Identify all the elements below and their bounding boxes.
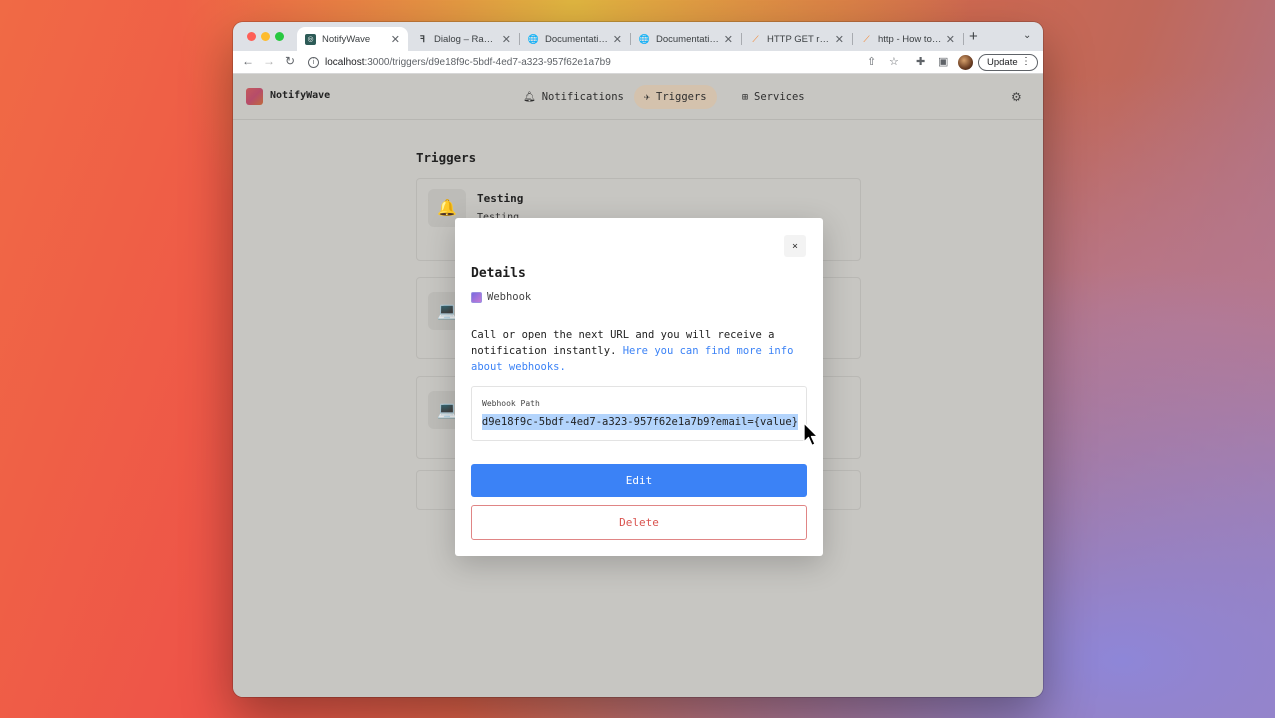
browser-tab-documentation-2[interactable]: 🌐 Documentation ✕ [631, 27, 741, 51]
mouse-cursor-icon [803, 422, 819, 447]
update-label: Update [987, 57, 1018, 68]
forward-icon[interactable]: → [263, 54, 275, 68]
tab-title: http - How to send [878, 33, 942, 45]
globe-icon: 🌐 [638, 33, 651, 44]
settings-gear-icon[interactable]: ⚙ [1011, 90, 1022, 104]
browser-tab-http-get[interactable]: ⟋ HTTP GET request ✕ [742, 27, 852, 51]
delete-label: Delete [619, 516, 659, 529]
edit-button[interactable]: Edit [471, 464, 807, 497]
nav-notifications[interactable]: 🔔︎ Notifications [513, 85, 634, 109]
page-title: Triggers [416, 150, 477, 165]
rocket-icon: ✈︎ [644, 91, 651, 103]
notifywave-icon: ◎ [305, 33, 316, 45]
url-host: localhost [325, 57, 365, 68]
side-panel-icon[interactable]: ▣ [938, 55, 948, 68]
browser-tab-documentation-1[interactable]: 🌐 Documentation ✕ [520, 27, 630, 51]
nav-label: Notifications [541, 91, 624, 103]
tab-strip: ◎ NotifyWave ✕ ꟻ Dialog – Radix UI ✕ 🌐 D… [233, 22, 1043, 51]
trigger-type: Webhook [471, 291, 531, 303]
extensions-icon[interactable]: ✚ [916, 55, 925, 68]
tab-title: Documentation [545, 33, 609, 45]
bell-icon: 🔔︎ [523, 91, 536, 103]
grid-icon: ⊞ [742, 91, 749, 103]
tab-title: Documentation [656, 33, 720, 45]
minimize-window-button[interactable] [261, 32, 270, 41]
maximize-window-button[interactable] [275, 32, 284, 41]
profile-avatar[interactable] [958, 55, 973, 70]
browser-toolbar: ← → ↻ i localhost:3000/triggers/d9e18f9c… [233, 51, 1043, 74]
edit-label: Edit [625, 474, 653, 487]
trigger-type-label: Webhook [487, 291, 532, 303]
info-icon[interactable]: i [308, 57, 319, 68]
address-bar[interactable]: i localhost:3000/triggers/d9e18f9c-5bdf-… [308, 54, 898, 71]
back-icon[interactable]: ← [242, 54, 254, 68]
share-icon[interactable]: ⇧ [867, 55, 876, 68]
stackoverflow-icon: ⟋ [752, 33, 759, 44]
browser-tab-http-how-to[interactable]: ⟋ http - How to send ✕ [853, 27, 963, 51]
webhook-icon [471, 291, 482, 303]
webhook-path-label: Webhook Path [482, 399, 540, 408]
close-tab-icon[interactable]: ✕ [724, 33, 733, 46]
browser-window: ◎ NotifyWave ✕ ꟻ Dialog – Radix UI ✕ 🌐 D… [233, 22, 1043, 697]
browser-tab-radix[interactable]: ꟻ Dialog – Radix UI ✕ [409, 27, 519, 51]
brand-name: NotifyWave [270, 90, 331, 101]
close-tab-icon[interactable]: ✕ [502, 33, 511, 46]
tab-title: NotifyWave [322, 33, 371, 45]
webhook-path-field[interactable]: Webhook Path http://localhost:3000/api/w… [471, 386, 807, 441]
star-icon[interactable]: ☆ [889, 55, 899, 68]
new-tab-icon[interactable]: + [969, 28, 978, 45]
logo [246, 88, 263, 105]
webhook-path-viewport: http://localhost:3000/api/webhooks/d9e18… [482, 414, 798, 430]
nav-label: Services [754, 91, 805, 103]
url-path: :3000/triggers/d9e18f9c-5bdf-4ed7-a323-9… [364, 57, 611, 68]
tab-title: HTTP GET request [767, 33, 831, 45]
dialog-description: Call or open the next URL and you will r… [471, 327, 811, 375]
tab-title: Dialog – Radix UI [434, 33, 498, 45]
close-tab-icon[interactable]: ✕ [391, 33, 400, 46]
close-tab-icon[interactable]: ✕ [835, 33, 844, 46]
chevron-down-icon[interactable]: ⌄ [1023, 30, 1031, 41]
trigger-name: Testing [477, 192, 524, 205]
stackoverflow-icon: ⟋ [863, 33, 870, 44]
app-header: NotifyWave 🔔︎ Notifications ✈︎ Triggers … [233, 75, 1043, 120]
app-content: NotifyWave 🔔︎ Notifications ✈︎ Triggers … [233, 75, 1043, 697]
close-dialog-button[interactable]: × [784, 235, 806, 257]
nav-triggers[interactable]: ✈︎ Triggers [634, 85, 717, 109]
close-icon: × [791, 240, 799, 252]
delete-button[interactable]: Delete [471, 505, 807, 540]
update-button[interactable]: Update ⋮ [978, 54, 1038, 71]
close-tab-icon[interactable]: ✕ [613, 33, 622, 46]
nav-label: Triggers [656, 91, 707, 103]
nav-services[interactable]: ⊞ Services [732, 85, 815, 109]
reload-icon[interactable]: ↻ [285, 54, 295, 68]
browser-tab-notifywave[interactable]: ◎ NotifyWave ✕ [297, 27, 408, 51]
webhook-path-value[interactable]: http://localhost:3000/api/webhooks/d9e18… [482, 414, 798, 430]
close-tab-icon[interactable]: ✕ [946, 33, 955, 46]
close-window-button[interactable] [247, 32, 256, 41]
dialog-title: Details [471, 266, 526, 281]
menu-icon[interactable]: ⋮ [1021, 56, 1031, 67]
details-dialog: × Details Webhook Call or open the next … [455, 218, 823, 556]
radix-icon: ꟻ [419, 33, 426, 44]
globe-icon: 🌐 [527, 33, 540, 44]
